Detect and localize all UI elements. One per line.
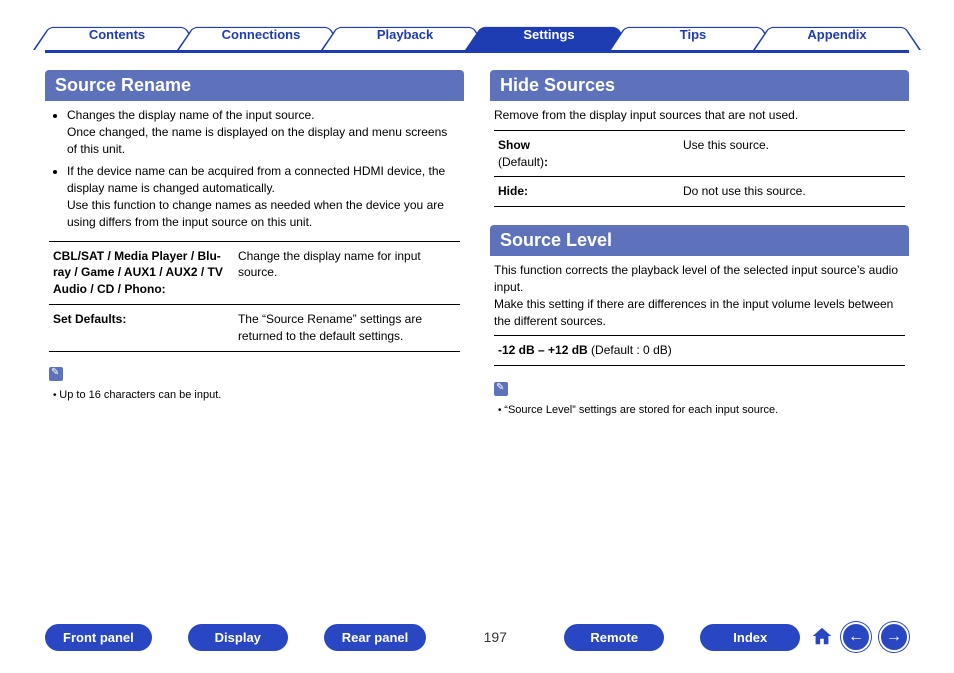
note-text: “Source Level” settings are stored for e… — [494, 403, 905, 418]
front-panel-button[interactable]: Front panel — [45, 624, 152, 651]
source-level-table: -12 dB – +12 dB (Default : 0 dB) — [494, 335, 905, 366]
row-value: Do not use this source. — [679, 177, 905, 207]
row-value: Change the display name for input source… — [234, 241, 460, 304]
right-column: Hide Sources Remove from the display inp… — [490, 70, 909, 595]
range-plain: (Default : 0 dB) — [588, 343, 672, 357]
note-block: Up to 16 characters can be input. — [49, 366, 460, 404]
section-hide-sources-title: Hide Sources — [490, 70, 909, 101]
note-text: Up to 16 characters can be input. — [49, 388, 460, 403]
source-rename-table: CBL/SAT / Media Player / Blu-ray / Game … — [49, 241, 460, 352]
hide-sources-intro: Remove from the display input sources th… — [494, 107, 905, 124]
table-row: Hide: Do not use this source. — [494, 177, 905, 207]
row-key-plain: (Default) — [498, 155, 544, 169]
row-key: Hide: — [498, 184, 528, 198]
tab-settings[interactable]: Settings — [477, 20, 621, 50]
table-row: Show (Default): Use this source. — [494, 130, 905, 177]
tab-tips[interactable]: Tips — [621, 20, 765, 50]
section-source-rename-title: Source Rename — [45, 70, 464, 101]
bullet-text: Changes the display name of the input so… — [67, 108, 315, 122]
range-bold: -12 dB – +12 dB — [498, 343, 588, 357]
tab-appendix[interactable]: Appendix — [765, 20, 909, 50]
next-page-button[interactable]: → — [879, 622, 909, 652]
tab-connections[interactable]: Connections — [189, 20, 333, 50]
pencil-icon — [494, 382, 508, 396]
bullet-text: If the device name can be acquired from … — [67, 164, 445, 195]
home-button[interactable] — [811, 625, 833, 650]
display-button[interactable]: Display — [188, 624, 288, 651]
top-nav: Contents Connections Playback Settings T… — [45, 20, 909, 56]
bullet-item: If the device name can be acquired from … — [67, 163, 460, 230]
row-key-bold: Show — [498, 138, 530, 152]
table-row: -12 dB – +12 dB (Default : 0 dB) — [494, 336, 905, 366]
bottom-nav: Front panel Display Rear panel 197 Remot… — [45, 619, 909, 655]
row-key: CBL/SAT / Media Player / Blu-ray / Game … — [53, 249, 223, 297]
page-number: 197 — [480, 629, 510, 645]
table-row: Set Defaults: The “Source Rename” settin… — [49, 304, 460, 351]
row-key-colon: : — [544, 155, 548, 169]
rear-panel-button[interactable]: Rear panel — [324, 624, 426, 651]
source-level-intro1: This function corrects the playback leve… — [494, 262, 905, 296]
home-icon — [811, 625, 833, 647]
bullet-subtext: Use this function to change names as nee… — [67, 197, 460, 231]
row-value: Use this source. — [679, 130, 905, 177]
table-row: CBL/SAT / Media Player / Blu-ray / Game … — [49, 241, 460, 304]
bullet-item: Changes the display name of the input so… — [67, 107, 460, 157]
source-rename-bullets: Changes the display name of the input so… — [49, 107, 460, 231]
note-block: “Source Level” settings are stored for e… — [494, 380, 905, 418]
row-value: The “Source Rename” settings are returne… — [234, 304, 460, 351]
section-source-level-title: Source Level — [490, 225, 909, 256]
remote-button[interactable]: Remote — [564, 624, 664, 651]
tab-contents[interactable]: Contents — [45, 20, 189, 50]
hide-sources-table: Show (Default): Use this source. Hide: D… — [494, 130, 905, 207]
prev-page-button[interactable]: ← — [841, 622, 871, 652]
row-key: Set Defaults: — [53, 312, 126, 326]
index-button[interactable]: Index — [700, 624, 800, 651]
tab-playback[interactable]: Playback — [333, 20, 477, 50]
pencil-icon — [49, 367, 63, 381]
bullet-subtext: Once changed, the name is displayed on t… — [67, 124, 460, 158]
arrow-left-icon: ← — [848, 628, 864, 646]
source-level-intro2: Make this setting if there are differenc… — [494, 296, 905, 330]
left-column: Source Rename Changes the display name o… — [45, 70, 464, 595]
page-content: Source Rename Changes the display name o… — [45, 70, 909, 595]
arrow-right-icon: → — [886, 628, 902, 646]
